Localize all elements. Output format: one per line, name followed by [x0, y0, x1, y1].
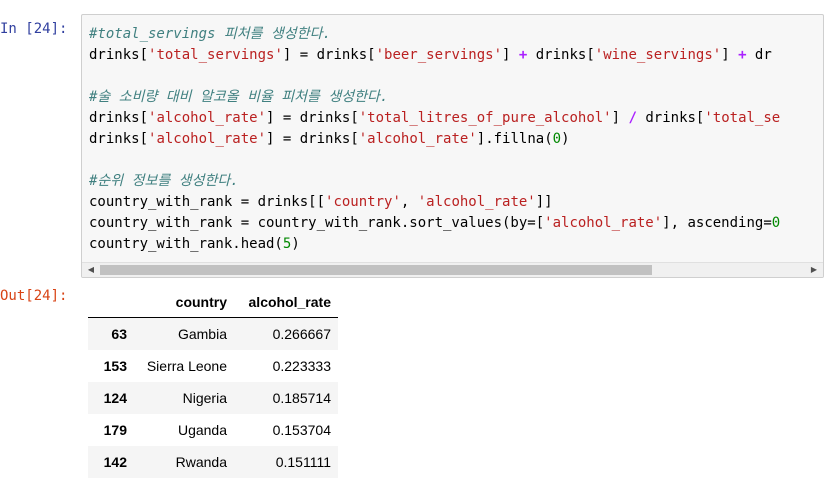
code-token: 'alcohol_rate' — [148, 110, 267, 126]
code-token: country_with_rank = drinks[[ — [89, 194, 326, 210]
code-token: 'total_se — [704, 110, 781, 126]
code-token: 0 — [771, 215, 781, 231]
row-index: 63 — [111, 326, 127, 342]
code-token: 'country' — [325, 194, 401, 210]
code-token: ) — [291, 236, 300, 252]
alcohol-rate-header: alcohol_rate — [234, 286, 338, 318]
code-line[interactable]: drinks['alcohol_rate'] = drinks['alcohol… — [89, 129, 780, 150]
code-token: 'beer_servings' — [375, 47, 503, 63]
code-line[interactable] — [89, 150, 780, 171]
code-token: 0 — [552, 131, 562, 147]
code-token: dr — [746, 47, 772, 63]
code-token: ] = drinks[ — [266, 131, 359, 147]
code-line[interactable]: #술 소비량 대비 알코올 비율 피처를 생성한다. — [89, 87, 780, 108]
code-line[interactable]: #순위 정보를 생성한다. — [89, 171, 780, 192]
alcohol-rate-cell: 0.153704 — [272, 422, 331, 438]
code-token: #술 소비량 대비 알코올 비율 피처를 생성한다. — [89, 89, 389, 105]
code-token: ] — [611, 110, 629, 126]
output-prompt: Out[24]: — [0, 288, 68, 304]
code-token: drinks[ — [89, 131, 149, 147]
code-line[interactable]: country_with_rank.head(5) — [89, 234, 780, 255]
scrollbar-thumb[interactable] — [100, 265, 652, 275]
code-token: drinks[ — [89, 110, 149, 126]
code-token: ], ascending= — [662, 215, 772, 231]
country-cell: Uganda — [177, 422, 227, 438]
table-header-row: country alcohol_rate — [88, 286, 338, 318]
code-token: / — [628, 110, 637, 126]
code-token: #total_servings 피처를 생성한다. — [89, 26, 331, 42]
alcohol-rate-cell: 0.223333 — [272, 358, 331, 374]
code-token: #순위 정보를 생성한다. — [89, 173, 239, 189]
alcohol-rate-cell: 0.185714 — [272, 390, 331, 406]
code-token: ) — [561, 131, 570, 147]
row-index: 153 — [103, 358, 127, 374]
code-token: drinks[ — [89, 47, 149, 63]
code-token: ] = drinks[ — [282, 47, 376, 63]
row-index: 179 — [103, 422, 127, 438]
code-editor[interactable]: #total_servings 피처를 생성한다. drinks['total_s… — [89, 24, 780, 255]
dataframe-output: country alcohol_rate 63 Gambia 0.266667 … — [88, 286, 338, 478]
table-row: 63 Gambia 0.266667 — [88, 317, 338, 350]
code-token: ] — [502, 47, 519, 63]
code-token: ]] — [535, 194, 553, 210]
code-token: drinks[ — [636, 110, 705, 126]
code-token: 'total_litres_of_pure_alcohol' — [358, 110, 612, 126]
scroll-left-icon[interactable]: ◀ — [84, 263, 98, 277]
code-token: 'wine_servings' — [594, 47, 722, 63]
table-row: 153 Sierra Leone 0.223333 — [88, 350, 338, 382]
code-cell[interactable]: #total_servings 피처를 생성한다. drinks['total_s… — [81, 14, 824, 278]
code-line[interactable]: drinks['total_servings'] = drinks['beer_… — [89, 45, 780, 66]
code-token: ] = drinks[ — [266, 110, 359, 126]
country-cell: Sierra Leone — [146, 358, 227, 374]
code-token: country_with_rank.head( — [89, 236, 283, 252]
code-token: , — [400, 194, 418, 210]
input-prompt: In [24]: — [0, 21, 68, 37]
code-token: + — [738, 47, 747, 63]
code-token: 'alcohol_rate' — [417, 194, 536, 210]
country-header: country — [134, 286, 234, 318]
country-cell: Nigeria — [182, 390, 227, 406]
code-line[interactable]: drinks['alcohol_rate'] = drinks['total_l… — [89, 108, 780, 129]
table-row: 124 Nigeria 0.185714 — [88, 382, 338, 414]
code-line[interactable] — [89, 66, 780, 87]
alcohol-rate-cell: 0.151111 — [275, 454, 331, 470]
country-cell: Gambia — [177, 326, 227, 342]
code-token: drinks[ — [527, 47, 595, 63]
horizontal-scrollbar[interactable]: ◀ ▶ — [82, 262, 823, 277]
code-token: country_with_rank = country_with_rank.so… — [89, 215, 545, 231]
country-cell: Rwanda — [175, 454, 227, 470]
row-index: 142 — [103, 454, 127, 470]
code-token: 'alcohol_rate' — [544, 215, 663, 231]
table-row: 142 Rwanda 0.151111 — [88, 446, 338, 478]
index-header — [88, 286, 134, 318]
code-token: 'alcohol_rate' — [358, 131, 477, 147]
table-row: 179 Uganda 0.153704 — [88, 414, 338, 446]
code-token: 'alcohol_rate' — [148, 131, 267, 147]
code-token: ] — [721, 47, 739, 63]
code-token: ].fillna( — [476, 131, 553, 147]
scroll-right-icon[interactable]: ▶ — [807, 263, 821, 277]
code-line[interactable]: #total_servings 피처를 생성한다. — [89, 24, 780, 45]
code-token: 'total_servings' — [148, 47, 283, 63]
code-line[interactable]: country_with_rank = country_with_rank.so… — [89, 213, 780, 234]
alcohol-rate-cell: 0.266667 — [272, 326, 331, 342]
row-index: 124 — [103, 390, 127, 406]
code-line[interactable]: country_with_rank = drinks[['country', '… — [89, 192, 780, 213]
